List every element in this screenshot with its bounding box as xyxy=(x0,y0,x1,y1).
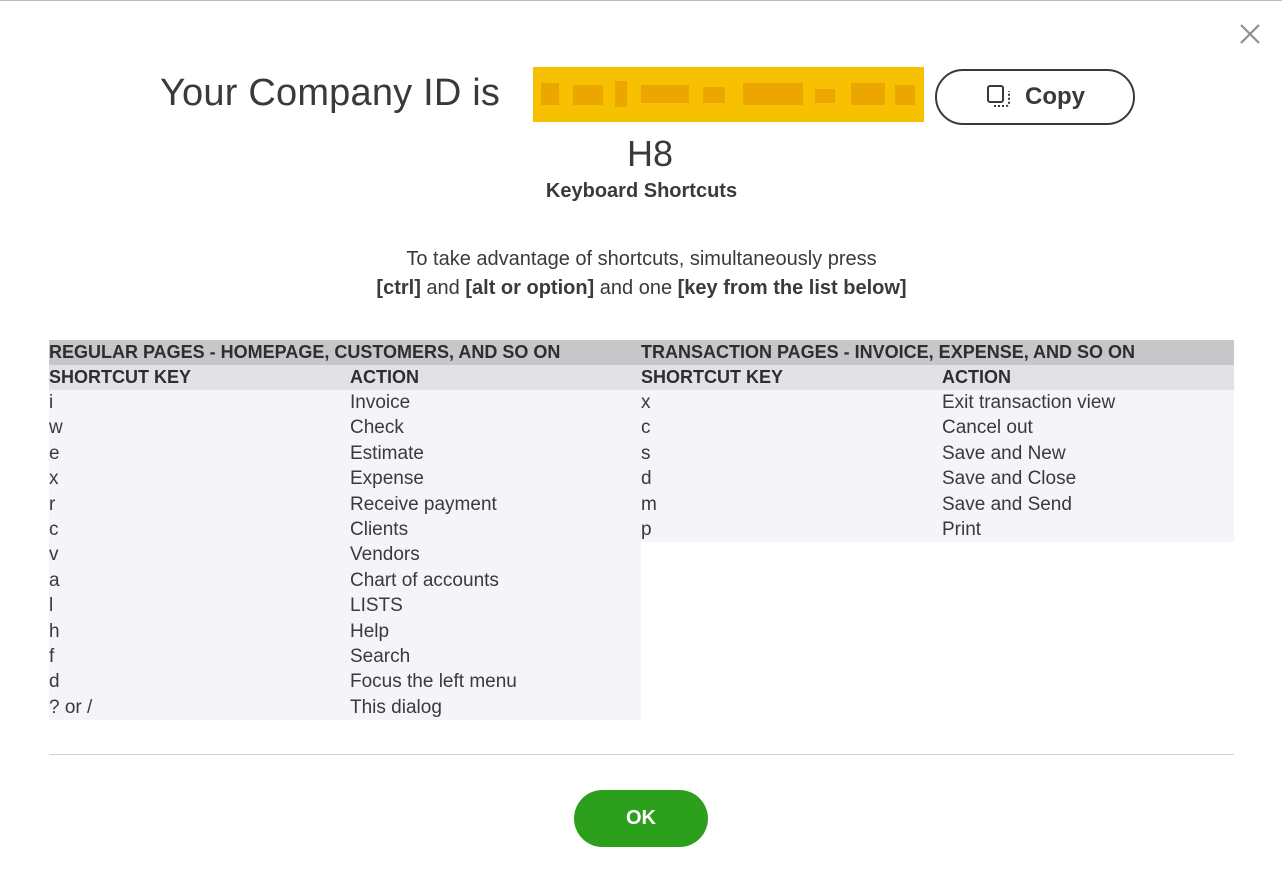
col-shortcut-key: SHORTCUT KEY xyxy=(641,367,784,387)
dialog-title: Keyboard Shortcuts xyxy=(545,180,738,202)
instructions-line-2: [ctrl] and [alt or option] and one [key … xyxy=(0,274,1282,303)
instructions-line-1: To take advantage of shortcuts, simultan… xyxy=(406,248,877,270)
footer-divider xyxy=(49,754,1234,755)
shortcut-action: Chart of accounts xyxy=(350,569,499,591)
company-id-redacted xyxy=(533,67,924,122)
table-row: w Check xyxy=(49,415,641,441)
and-one-text: and one xyxy=(594,277,678,299)
ok-button[interactable]: OK xyxy=(574,790,708,847)
key-ctrl: [ctrl] xyxy=(376,277,421,299)
shortcut-action: Estimate xyxy=(350,442,424,464)
copy-label: Copy xyxy=(1025,83,1085,110)
shortcut-action: Help xyxy=(350,620,390,642)
regular-pages-heading: REGULAR PAGES - HOMEPAGE, CUSTOMERS, AND… xyxy=(49,340,641,365)
shortcut-action: Check xyxy=(350,417,404,439)
shortcut-key: s xyxy=(641,442,651,464)
shortcut-key: x xyxy=(641,392,651,413)
table-row: i Invoice xyxy=(49,390,641,416)
table-row: r Receive payment xyxy=(49,491,641,517)
shortcut-key: v xyxy=(49,544,59,566)
shortcut-key: f xyxy=(49,645,55,667)
shortcut-action: Focus the left menu xyxy=(350,671,517,693)
shortcut-action: Vendors xyxy=(350,544,420,566)
table-row: v Vendors xyxy=(49,542,641,568)
shortcut-action: Expense xyxy=(350,468,424,490)
shortcut-action: Exit transaction view xyxy=(942,392,1116,413)
regular-rows: i Invoice w Check e Estimate x Expense r Receive … xyxy=(49,390,641,721)
shortcut-action: This dialog xyxy=(350,696,442,718)
shortcut-action: Save and Close xyxy=(942,468,1077,490)
and-text: and xyxy=(420,277,466,299)
shortcut-action: Invoice xyxy=(350,392,411,413)
shortcut-action: LISTS xyxy=(350,595,403,617)
top-border xyxy=(0,0,1282,1)
shortcut-action: Receive payment xyxy=(350,493,497,515)
shortcut-key: h xyxy=(49,620,60,642)
key-alt: [alt or option] xyxy=(465,277,595,299)
transaction-rows: x Exit transaction view c Cancel out s Save a… xyxy=(641,390,1234,543)
table-row: x Exit transaction view xyxy=(641,390,1234,416)
transaction-pages-table: TRANSACTION PAGES - INVOICE, EXPENSE, AN… xyxy=(641,340,1234,543)
shortcut-action: Cancel out xyxy=(942,417,1033,439)
transaction-pages-heading: TRANSACTION PAGES - INVOICE, EXPENSE, AN… xyxy=(641,340,1234,365)
col-action: ACTION xyxy=(350,367,419,387)
company-id-suffix: H8 xyxy=(626,133,674,174)
close-button[interactable] xyxy=(1236,20,1264,48)
shortcut-action: Print xyxy=(942,518,982,540)
table-row: h Help xyxy=(49,618,641,644)
shortcut-key: m xyxy=(641,493,657,515)
shortcut-action: Clients xyxy=(350,518,409,540)
col-shortcut-key: SHORTCUT KEY xyxy=(49,367,192,387)
shortcut-key: c xyxy=(49,518,59,540)
table-row: s Save and New xyxy=(641,440,1234,467)
shortcut-action: Save and New xyxy=(942,442,1066,464)
regular-pages-table: REGULAR PAGES - HOMEPAGE, CUSTOMERS, AND… xyxy=(49,340,641,721)
table-row: m Save and Send xyxy=(641,491,1234,517)
shortcut-key: c xyxy=(641,417,651,439)
table-row: e Estimate xyxy=(49,440,641,467)
table-row: x Expense xyxy=(49,466,641,492)
copy-button[interactable]: Copy xyxy=(935,69,1135,125)
table-row: a Chart of accounts xyxy=(49,567,641,594)
table-row: ? or / This dialog xyxy=(49,694,641,721)
regular-column-headers: SHORTCUT KEY ACTION xyxy=(49,365,641,390)
shortcut-key: p xyxy=(641,518,652,540)
company-id-prefix: Your Company ID is xyxy=(160,72,501,114)
table-row: d Save and Close xyxy=(641,466,1234,492)
key-from-list: [key from the list below] xyxy=(677,277,907,299)
table-row: d Focus the left menu xyxy=(49,669,641,695)
shortcut-key: a xyxy=(49,569,60,591)
shortcut-key: w xyxy=(49,417,63,439)
table-row: l LISTS xyxy=(49,593,641,619)
shortcut-action: Search xyxy=(350,645,411,667)
table-row: p Print xyxy=(641,516,1234,543)
table-row: c Clients xyxy=(49,516,641,543)
shortcut-instructions: To take advantage of shortcuts, simultan… xyxy=(0,245,1282,303)
shortcut-key: d xyxy=(49,671,60,693)
copy-icon xyxy=(987,85,1010,107)
shortcut-key: r xyxy=(49,493,56,515)
transaction-column-headers: SHORTCUT KEY ACTION xyxy=(641,365,1234,390)
shortcut-key: e xyxy=(49,442,60,464)
company-id-row: Your Company ID is Copy xyxy=(0,66,1282,126)
shortcut-key: ? or / xyxy=(49,696,93,718)
shortcut-key: i xyxy=(49,392,54,413)
shortcut-key: l xyxy=(49,595,54,617)
close-icon xyxy=(1240,24,1260,44)
shortcut-key: d xyxy=(641,468,652,490)
shortcut-key: x xyxy=(49,468,59,490)
col-action: ACTION xyxy=(942,367,1011,387)
shortcut-action: Save and Send xyxy=(942,493,1072,515)
table-row: c Cancel out xyxy=(641,415,1234,441)
table-row: f Search xyxy=(49,643,641,670)
